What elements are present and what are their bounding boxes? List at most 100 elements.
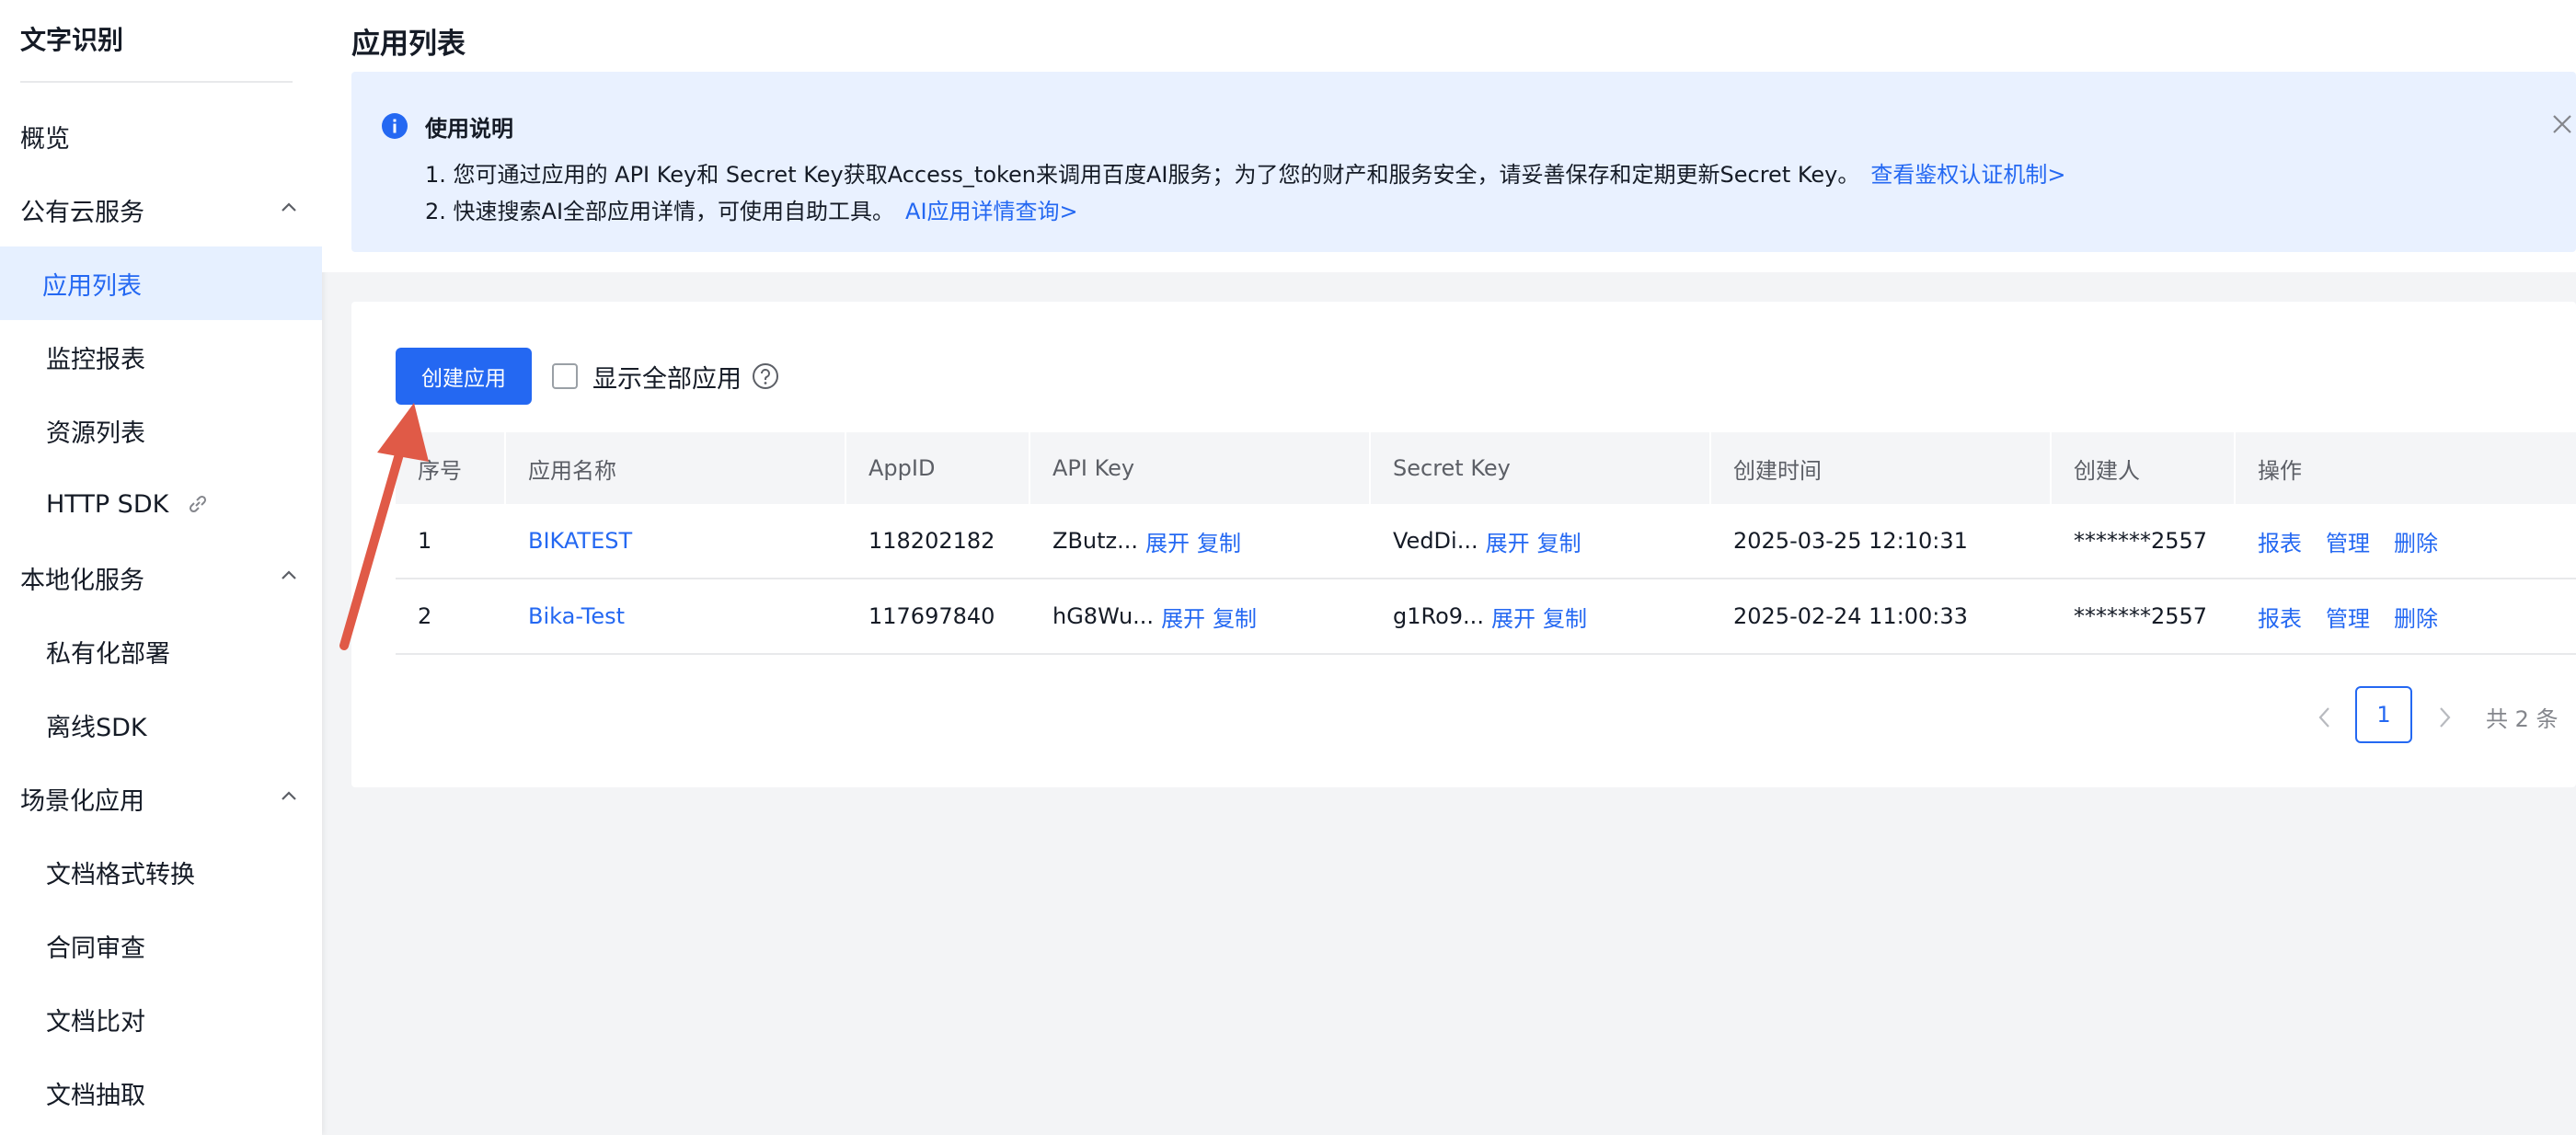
report-link[interactable]: 报表 [2258,601,2302,633]
expand-link[interactable]: 展开 [1491,601,1535,633]
row1-created: 2025-03-25 12:10:31 [1733,528,1968,554]
row1-api-key: ZButz... 展开 复制 [1052,504,1241,578]
row1-secret-key: VedDi... 展开 复制 [1393,504,1581,578]
notice-line-1: 1. 您可通过应用的 API Key和 Secret Key获取Access_t… [425,156,2065,189]
help-icon[interactable] [751,361,780,391]
sidebar-group-local[interactable]: 本地化服务 [0,541,322,614]
delete-link[interactable]: 删除 [2394,525,2438,557]
row2-appid: 117697840 [868,603,995,629]
sidebar-item-label: 合同审查 [46,934,145,963]
external-link-icon [190,495,207,513]
secret-key-value: VedDi... [1393,528,1478,554]
row1-appid: 118202182 [868,528,995,554]
col-separator [1029,432,1030,504]
api-key-value: hG8Wu... [1052,603,1155,629]
sidebar-item-label: 离线SDK [46,713,147,742]
sidebar-item-resources[interactable]: 资源列表 [0,394,322,467]
row2-secret-key: g1Ro9... 展开 复制 [1393,579,1587,653]
api-key-value: ZButz... [1052,528,1139,554]
notice-title: 使用说明 [425,116,513,142]
sidebar-item-monitoring[interactable]: 监控报表 [0,320,322,394]
sidebar-item-doc-convert[interactable]: 文档格式转换 [0,835,322,909]
col-separator [1709,432,1711,504]
sidebar-item-label: HTTP SDK [46,489,169,519]
sidebar-item-label: 概览 [20,124,70,154]
sidebar-item-private-deploy[interactable]: 私有化部署 [0,614,322,688]
pagination-total: 共 2 条 [2486,706,2559,732]
manage-link[interactable]: 管理 [2326,601,2370,633]
row2-created: 2025-02-24 11:00:33 [1733,603,1968,629]
close-icon[interactable] [2550,112,2574,136]
sidebar-item-overview[interactable]: 概览 [0,99,322,173]
chevron-up-icon [282,202,296,212]
col-header-created: 创建时间 [1733,457,1822,484]
sidebar-item-label: 文档抽取 [46,1081,145,1110]
notice-line-2-text: 2. 快速搜索AI全部应用详情，可使用自助工具。 [425,199,895,224]
manage-link[interactable]: 管理 [2326,525,2370,557]
pagination-page-1[interactable]: 1 [2355,686,2412,743]
info-icon [382,113,408,139]
report-link[interactable]: 报表 [2258,525,2302,557]
show-all-apps-toggle[interactable]: 显示全部应用 [552,361,780,394]
row1-creator: *******2557 [2074,528,2208,554]
sidebar-group-scenario[interactable]: 场景化应用 [0,762,322,835]
sidebar-item-label: 私有化部署 [46,639,170,669]
auth-doc-link[interactable]: 查看鉴权认证机制> [1870,162,2065,188]
sidebar-item-label: 资源列表 [46,418,145,448]
chevron-up-icon [282,570,296,579]
col-separator [2234,432,2236,504]
secret-key-value: g1Ro9... [1393,603,1484,629]
sidebar-group-public-cloud[interactable]: 公有云服务 [0,173,322,246]
row2-app-name-link[interactable]: Bika-Test [528,579,625,653]
col-header-api-key: API Key [1052,455,1135,481]
sidebar-item-http-sdk[interactable]: HTTP SDK [0,467,322,541]
col-separator [504,432,506,504]
app-query-link[interactable]: AI应用详情查询> [905,199,1078,224]
sidebar-item-label: 监控报表 [46,345,145,374]
show-all-label: 显示全部应用 [592,364,742,394]
row2-creator: *******2557 [2074,603,2208,629]
col-header-secret-key: Secret Key [1393,455,1511,481]
annotation-arrow-icon [339,403,429,650]
sidebar-title: 文字识别 [20,25,124,55]
sidebar-item-label: 应用列表 [42,271,142,301]
row-divider [396,653,2576,655]
chevron-left-icon[interactable] [2313,701,2337,734]
show-all-checkbox[interactable] [552,363,578,389]
row2-api-key: hG8Wu... 展开 复制 [1052,579,1257,653]
expand-link[interactable]: 展开 [1486,525,1530,557]
page-title: 应用列表 [351,28,466,61]
col-separator [2050,432,2052,504]
delete-link[interactable]: 删除 [2394,601,2438,633]
sidebar-item-offline-sdk[interactable]: 离线SDK [0,688,322,762]
col-separator [845,432,846,504]
sidebar-item-doc-extract[interactable]: 文档抽取 [0,1056,322,1129]
expand-link[interactable]: 展开 [1145,525,1190,557]
header-bar [322,0,2576,68]
sidebar-item-label: 场景化应用 [20,786,144,816]
sidebar-item-app-list[interactable]: 应用列表 [0,246,322,320]
sidebar-item-contract-review[interactable]: 合同审查 [0,909,322,982]
notice-line-1-text: 1. 您可通过应用的 API Key和 Secret Key获取Access_t… [425,162,1860,188]
col-header-creator: 创建人 [2074,457,2140,484]
copy-link[interactable]: 复制 [1197,525,1241,557]
notice-line-2: 2. 快速搜索AI全部应用详情，可使用自助工具。 AI应用详情查询> [425,193,1078,225]
chevron-right-icon[interactable] [2432,701,2456,734]
copy-link[interactable]: 复制 [1213,601,1257,633]
sidebar: 文字识别 概览 公有云服务 应用列表 监控报表 资源列表 HTTP SDK 本地… [0,0,322,1135]
sidebar-item-label: 公有云服务 [20,198,144,227]
sidebar-item-label: 文档格式转换 [46,860,195,889]
expand-link[interactable]: 展开 [1161,601,1205,633]
sidebar-item-label: 本地化服务 [20,566,144,595]
col-header-actions: 操作 [2258,457,2302,484]
col-separator [1369,432,1371,504]
row2-actions: 报表 管理 删除 [2258,579,2462,653]
sidebar-divider [20,81,293,83]
copy-link[interactable]: 复制 [1537,525,1581,557]
row1-actions: 报表 管理 删除 [2258,504,2462,578]
row1-app-name-link[interactable]: BIKATEST [528,504,632,578]
sidebar-item-label: 文档比对 [46,1007,145,1037]
col-header-name: 应用名称 [528,457,616,484]
sidebar-item-doc-compare[interactable]: 文档比对 [0,982,322,1056]
copy-link[interactable]: 复制 [1543,601,1587,633]
